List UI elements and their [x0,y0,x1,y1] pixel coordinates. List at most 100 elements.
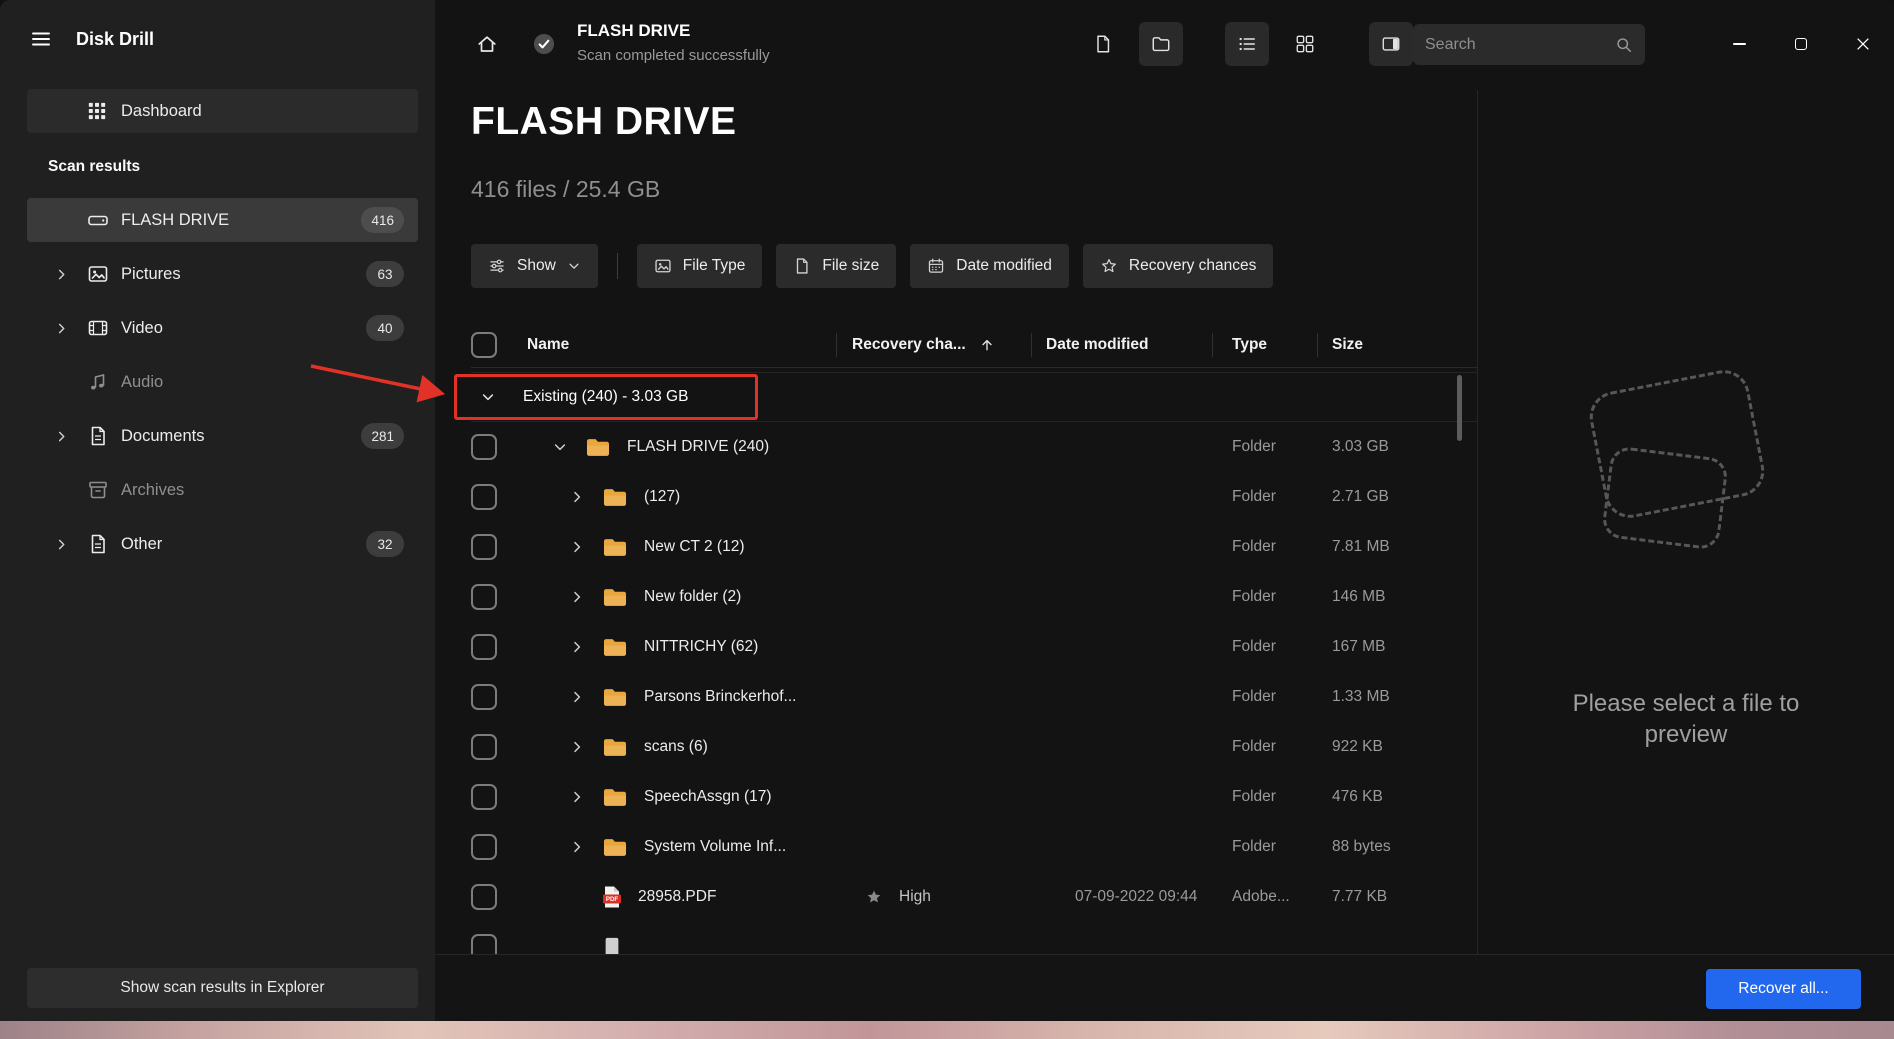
sidebar-item-label: Documents [121,427,204,446]
chevron-right-icon[interactable] [566,789,588,805]
list-icon [1237,34,1257,54]
grid-view-button[interactable] [1283,22,1327,66]
row-checkbox[interactable] [471,434,497,460]
row-checkbox[interactable] [471,934,497,954]
sidebar-item-documents[interactable]: Documents 281 [27,414,418,458]
sidebar-item-dashboard[interactable]: Dashboard [27,89,418,133]
sidebar: Disk Drill Dashboard Scan results FLASH … [0,0,435,1021]
list-view-button[interactable] [1225,22,1269,66]
filter-date-modified-button[interactable]: Date modified [910,244,1069,288]
file-size: 146 MB [1332,588,1477,606]
view-toolbar [1081,22,1413,66]
minimize-button[interactable] [1708,13,1770,75]
file-size: 1.33 MB [1332,688,1477,706]
row-checkbox[interactable] [471,484,497,510]
maximize-button[interactable] [1770,13,1832,75]
app-window: Disk Drill Dashboard Scan results FLASH … [0,0,1894,1021]
sidebar-item-video[interactable]: Video 40 [27,306,418,350]
preview-panel: Please select a file to preview [1477,90,1894,954]
sidebar-item-label: Archives [121,481,184,500]
topbar-status: Scan completed successfully [577,47,770,64]
preview-placeholder-text: Please select a file to preview [1478,688,1894,750]
panel-icon [1381,34,1401,54]
table-row[interactable]: SpeechAssgn (17) Folder 476 KB [471,772,1477,822]
column-divider [1317,333,1318,357]
file-size: 7.77 KB [1332,888,1477,906]
file-type: Folder [1232,638,1332,656]
row-checkbox[interactable] [471,884,497,910]
file-name: 28958.PDF [638,888,716,906]
app-title: Disk Drill [76,29,154,50]
sidebar-item-flash-drive[interactable]: FLASH DRIVE 416 [27,198,418,242]
row-checkbox[interactable] [471,634,497,660]
chevron-right-icon[interactable] [51,267,71,282]
maximize-icon [1795,38,1807,50]
preview-placeholder-icon [1601,445,1729,551]
row-checkbox[interactable] [471,684,497,710]
chevron-right-icon[interactable] [566,489,588,505]
chevron-right-icon[interactable] [51,429,71,444]
chevron-right-icon[interactable] [566,689,588,705]
chevron-down-icon[interactable] [552,437,568,458]
home-button[interactable] [469,26,505,62]
table-row[interactable]: Parsons Brinckerhof... Folder 1.33 MB [471,672,1477,722]
table-row[interactable]: New folder (2) Folder 146 MB [471,572,1477,622]
filter-recovery-chances-button[interactable]: Recovery chances [1083,244,1274,288]
file-type: Folder [1232,488,1332,506]
file-list-view-button[interactable] [1081,22,1125,66]
recover-all-button[interactable]: Recover all... [1706,969,1861,1009]
column-header-date[interactable]: Date modified [1046,336,1232,354]
show-filter-dropdown[interactable]: Show [471,244,598,288]
show-in-explorer-button[interactable]: Show scan results in Explorer [27,968,418,1008]
chevron-right-icon[interactable] [51,537,71,552]
filter-bar: Show File Type File size Date modified R… [471,244,1273,288]
select-all-checkbox[interactable] [471,332,497,358]
table-row[interactable]: System Volume Inf... Folder 88 bytes [471,822,1477,872]
scrollbar-thumb[interactable] [1457,375,1462,441]
file-name: New CT 2 (12) [644,538,745,556]
folder-view-button[interactable] [1139,22,1183,66]
scan-status-block: FLASH DRIVE Scan completed successfully [577,21,770,64]
column-header-name[interactable]: Name [510,336,852,354]
sidebar-item-audio[interactable]: Audio [27,360,418,404]
main-area: FLASH DRIVE Scan completed successfully [435,0,1894,1021]
row-checkbox[interactable] [471,584,497,610]
filter-file-size-button[interactable]: File size [776,244,896,288]
close-button[interactable] [1832,13,1894,75]
preview-panel-toggle[interactable] [1369,22,1413,66]
search-box[interactable] [1413,24,1645,65]
table-row[interactable]: NITTRICHY (62) Folder 167 MB [471,622,1477,672]
file-size: 167 MB [1332,638,1477,656]
sidebar-item-pictures[interactable]: Pictures 63 [27,252,418,296]
chevron-right-icon[interactable] [566,739,588,755]
column-header-size[interactable]: Size [1332,336,1477,354]
search-input[interactable] [1425,36,1615,54]
sidebar-item-archives[interactable]: Archives [27,468,418,512]
chevron-right-icon[interactable] [51,321,71,336]
menu-button[interactable] [30,28,52,50]
row-checkbox[interactable] [471,734,497,760]
documents-icon [87,425,109,447]
table-row[interactable]: New CT 2 (12) Folder 7.81 MB [471,522,1477,572]
sidebar-item-other[interactable]: Other 32 [27,522,418,566]
group-row-existing[interactable]: Existing (240) - 3.03 GB [471,372,1477,422]
table-row[interactable]: scans (6) Folder 922 KB [471,722,1477,772]
filter-file-type-button[interactable]: File Type [637,244,763,288]
page-icon [1093,34,1113,54]
chevron-right-icon[interactable] [566,639,588,655]
row-checkbox[interactable] [471,534,497,560]
table-row[interactable]: FLASH DRIVE (240) Folder 3.03 GB [471,422,1477,472]
table-row[interactable]: 28958.PDF High 07-09-2022 09:44 Adobe...… [471,872,1477,922]
table-row[interactable]: (127) Folder 2.71 GB [471,472,1477,522]
chevron-down-icon[interactable] [480,389,496,405]
chevron-right-icon[interactable] [566,839,588,855]
column-divider [836,333,837,357]
column-header-recovery[interactable]: Recovery cha... [852,336,1046,354]
row-checkbox[interactable] [471,784,497,810]
table-row[interactable] [471,922,1477,954]
scan-results-heading: Scan results [48,158,140,176]
desktop-wallpaper [0,1021,1894,1039]
row-checkbox[interactable] [471,834,497,860]
chevron-right-icon[interactable] [566,539,588,555]
chevron-right-icon[interactable] [566,589,588,605]
